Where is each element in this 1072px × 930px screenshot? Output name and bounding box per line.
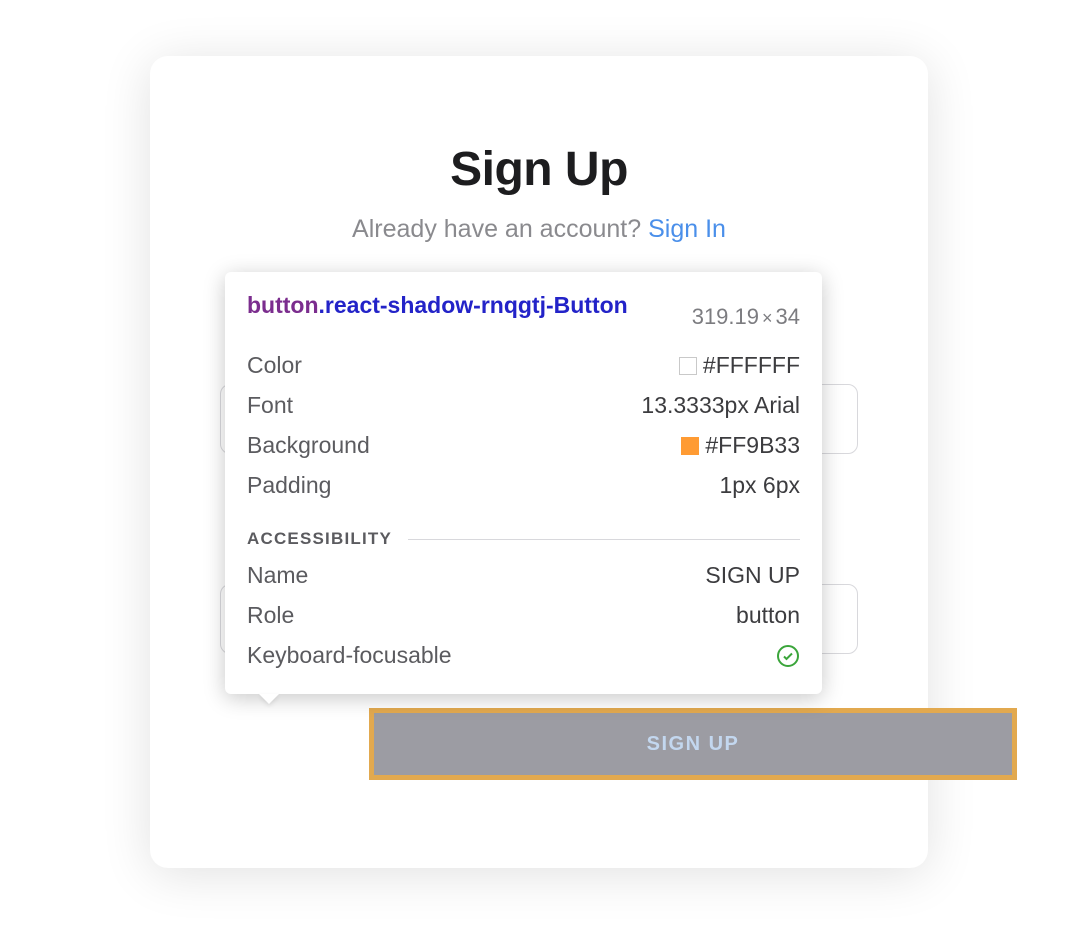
a11y-kf-label: Keyboard-focusable <box>247 642 452 669</box>
a11y-role-label: Role <box>247 602 294 629</box>
accessibility-section-header: ACCESSIBILITY <box>247 529 800 549</box>
a11y-name-value: SIGN UP <box>705 562 800 589</box>
color-swatch-icon <box>679 357 697 375</box>
prop-font: Font 13.3333px Arial <box>247 392 800 419</box>
selector-class: .react-shadow-rnqgtj-Button <box>319 292 628 318</box>
a11y-kf-value <box>776 644 800 668</box>
prop-font-value: 13.3333px Arial <box>641 392 800 419</box>
subtitle-text: Already have an account? <box>352 215 648 243</box>
selector-row: button.react-shadow-rnqgtj-Button 319.19… <box>247 290 800 330</box>
page-title: Sign Up <box>220 142 858 197</box>
dim-times: × <box>762 308 773 328</box>
prop-color-label: Color <box>247 352 302 379</box>
bg-swatch-icon <box>681 437 699 455</box>
prop-bg-value: #FF9B33 <box>681 432 800 459</box>
prop-padding: Padding 1px 6px <box>247 472 800 499</box>
devtools-inspector-tooltip: button.react-shadow-rnqgtj-Button 319.19… <box>225 272 822 694</box>
prop-padding-value: 1px 6px <box>719 472 800 499</box>
prop-padding-label: Padding <box>247 472 331 499</box>
signin-prompt: Already have an account? Sign In <box>220 215 858 244</box>
check-circle-icon <box>776 644 800 668</box>
signup-button-label: SIGN UP <box>647 733 740 756</box>
signin-link[interactable]: Sign In <box>648 215 726 243</box>
a11y-keyboard-focusable: Keyboard-focusable <box>247 642 800 669</box>
signup-button[interactable]: SIGN UP <box>372 711 1014 777</box>
a11y-name-label: Name <box>247 562 308 589</box>
accessibility-heading: ACCESSIBILITY <box>247 529 392 549</box>
divider <box>408 539 800 540</box>
a11y-name: Name SIGN UP <box>247 562 800 589</box>
dim-height: 34 <box>776 304 800 329</box>
dim-width: 319.19 <box>692 304 759 329</box>
prop-background: Background #FF9B33 <box>247 432 800 459</box>
prop-color: Color #FFFFFF <box>247 352 800 379</box>
prop-color-value: #FFFFFF <box>679 352 800 379</box>
element-selector: button.react-shadow-rnqgtj-Button <box>247 290 678 321</box>
prop-font-label: Font <box>247 392 293 419</box>
a11y-role: Role button <box>247 602 800 629</box>
prop-bg-label: Background <box>247 432 370 459</box>
selector-tag: button <box>247 292 319 318</box>
a11y-role-value: button <box>736 602 800 629</box>
element-dimensions: 319.19×34 <box>692 304 800 330</box>
